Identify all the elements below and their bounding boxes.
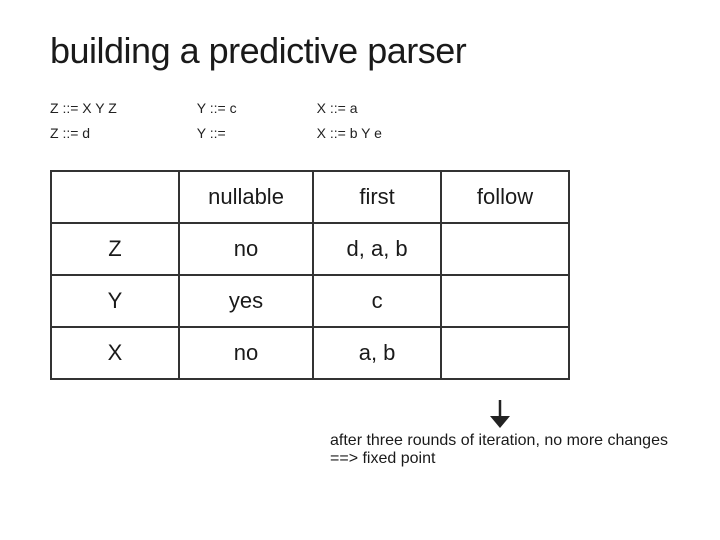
table-header-row: nullable first follow [51,171,569,223]
header-follow: follow [441,171,569,223]
grammar-rule-3: Y ::= c [197,96,237,121]
nullable-z: no [179,223,313,275]
table-row: X no a, b [51,327,569,379]
arrow-area: after three rounds of iteration, no more… [330,400,670,468]
page: building a predictive parser Z ::= X Y Z… [0,0,720,540]
page-title: building a predictive parser [50,30,670,72]
follow-y [441,275,569,327]
grammar-right: X ::= a X ::= b Y e [317,96,382,146]
grammar-rule-4: Y ::= [197,121,237,146]
grammar-left: Z ::= X Y Z Z ::= d [50,96,117,146]
grammar-rule-6: X ::= b Y e [317,121,382,146]
header-first: first [313,171,441,223]
grammar-middle: Y ::= c Y ::= [197,96,237,146]
nullable-x: no [179,327,313,379]
symbol-x: X [51,327,179,379]
nullable-y: yes [179,275,313,327]
table-row: Z no d, a, b [51,223,569,275]
grammar-section: Z ::= X Y Z Z ::= d Y ::= c Y ::= X ::= … [50,96,670,146]
symbol-y: Y [51,275,179,327]
grammar-rule-2: Z ::= d [50,121,117,146]
grammar-rule-5: X ::= a [317,96,382,121]
arrow-icon [480,400,520,430]
symbol-z: Z [51,223,179,275]
first-y: c [313,275,441,327]
header-nullable: nullable [179,171,313,223]
parse-table: nullable first follow Z no d, a, b Y yes… [50,170,570,380]
header-empty [51,171,179,223]
follow-z [441,223,569,275]
grammar-rule-1: Z ::= X Y Z [50,96,117,121]
first-x: a, b [313,327,441,379]
table-row: Y yes c [51,275,569,327]
first-z: d, a, b [313,223,441,275]
follow-x [441,327,569,379]
footer-text: after three rounds of iteration, no more… [330,432,670,468]
